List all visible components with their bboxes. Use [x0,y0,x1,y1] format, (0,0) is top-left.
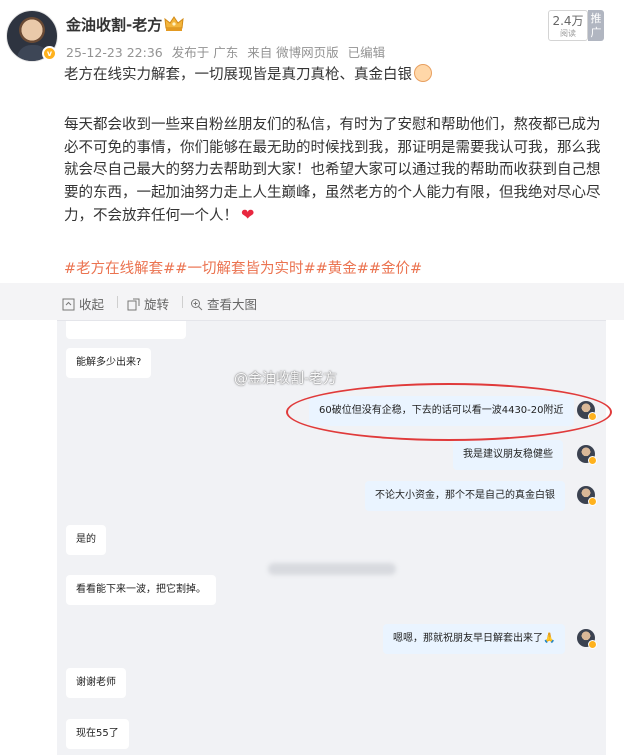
view-large-button[interactable]: 查看大图 [190,294,257,313]
views-label: 阅读 [560,29,576,38]
post-time[interactable]: 25-12-23 22:36 [66,45,163,60]
chat-message-right: 我是建议朋友稳健些 [453,440,563,470]
chat-avatar [577,445,597,465]
post-source: 来自 微博网页版 [247,45,339,60]
post-body: 每天都会收到一些来自粉丝朋友们的私信，有时为了安慰和帮助他们，熬夜都已成为必不可… [64,114,612,228]
promote-button[interactable]: 推广 [588,10,604,41]
post-line1: 老方在线实力解套，一切展现皆是真刀真枪、真金白银 [64,67,412,83]
author-name[interactable]: 金油收割-老方 [66,14,162,35]
chat-message-right: 不论大小资金，那个不是自己的真金白银 [365,481,565,511]
chat-message-right: 嗯嗯，那就祝朋友早日解套出来了🙏 [383,624,566,654]
heart-icon: ❤ [241,205,255,224]
post-paragraph: 每天都会收到一些来自粉丝朋友们的私信，有时为了安慰和帮助他们，熬夜都已成为必不可… [64,117,601,224]
views-count: 2.4万 [552,14,584,28]
crown-icon [164,16,184,31]
chat-message-left: 看看能下来一波，把它割掉。 [66,575,216,605]
view-large-label: 查看大图 [207,297,258,312]
rotate-label: 旋转 [144,297,170,312]
post-location: 发布于 广东 [171,45,239,60]
post-headline: 老方在线实力解套，一切展现皆是真刀真枪、真金白银 [64,64,612,87]
chat-message-left: 能解多少出来? [66,348,152,378]
collapse-button[interactable]: 收起 [62,294,104,313]
chat-avatar [577,486,597,506]
hashtags[interactable]: #老方在线解套##一切解套皆为实时##黄金##金价# [64,258,612,281]
rotate-button[interactable]: 旋转 [127,294,169,313]
image-watermark: @金油收割-老方 [234,371,338,387]
highlight-ring [286,383,612,441]
collapse-icon [62,298,75,311]
fist-emoji-icon [414,64,432,82]
blurred-text [268,563,396,575]
edited-label[interactable]: 已编辑 [348,45,386,60]
verified-v-icon: v [42,46,57,61]
chat-message-left: 是的 [66,525,106,555]
image-toolbar: 收起 旋转 查看大图 [0,283,624,320]
rotate-icon [127,298,140,311]
chat-avatar [577,629,597,649]
views-counter: 2.4万 阅读 [548,10,588,41]
chat-message-left: 现在55了 [66,719,129,749]
chat-bubble-partial [66,321,186,339]
chat-message-left: 谢谢老师 [66,668,126,698]
post-meta: 25-12-23 22:36 发布于 广东 来自 微博网页版 已编辑 [66,42,390,61]
collapse-label: 收起 [79,297,105,312]
zoom-in-icon [191,299,203,311]
